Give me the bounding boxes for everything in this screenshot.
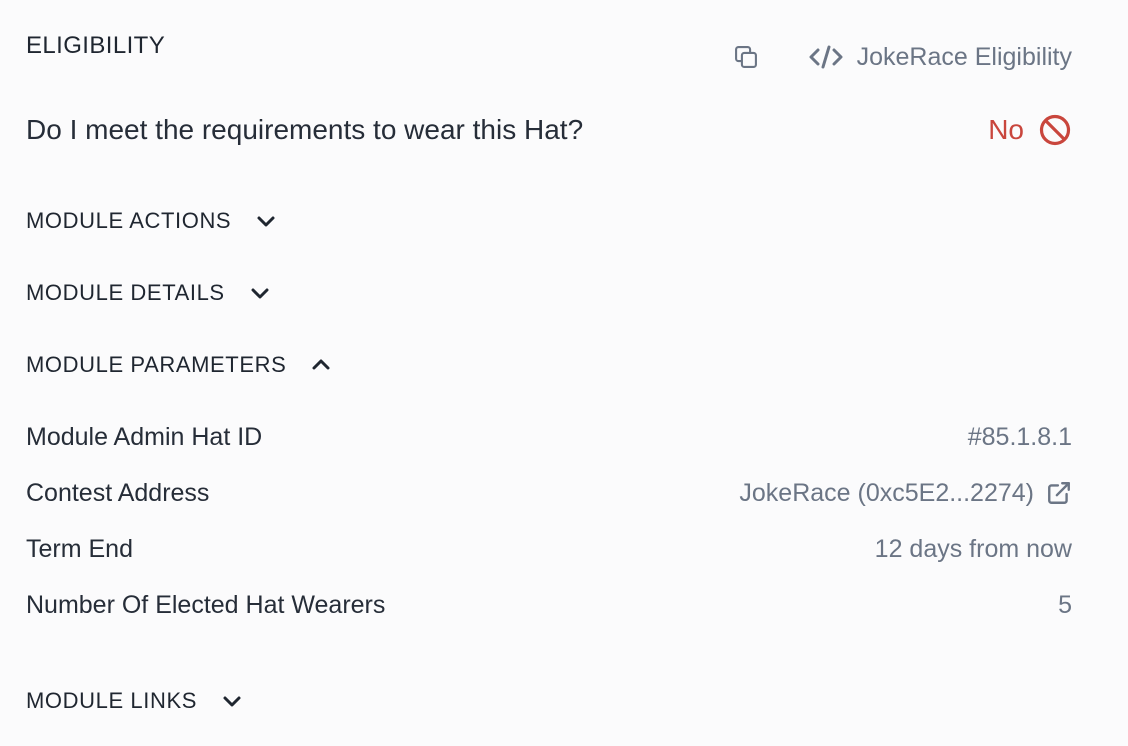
requirements-question: Do I meet the requirements to wear this … (26, 114, 584, 145)
param-value: 5 (1058, 590, 1072, 619)
code-icon (809, 45, 843, 69)
copy-icon (734, 46, 757, 68)
param-row-contest-address: Contest Address JokeRace (0xc5E2...2274) (26, 476, 1072, 510)
chevron-down-icon (223, 696, 241, 707)
module-links-toggle[interactable]: MODULE LINKS (26, 686, 243, 716)
module-details-label: MODULE DETAILS (26, 280, 225, 305)
module-actions-toggle[interactable]: MODULE ACTIONS (26, 206, 277, 236)
chevron-down-icon (251, 288, 269, 299)
param-row-term-end: Term End 12 days from now (26, 532, 1072, 566)
eligibility-header: ELIGIBILITY JokeRace Eligibility (26, 30, 1072, 80)
param-key: Term End (26, 534, 133, 563)
param-key: Module Admin Hat ID (26, 422, 263, 451)
module-actions-label: MODULE ACTIONS (26, 208, 232, 233)
external-link-icon (1048, 482, 1070, 504)
chevron-up-icon (312, 359, 330, 370)
prohibited-icon (1039, 114, 1071, 146)
contest-address-link[interactable]: JokeRace (0xc5E2...2274) (739, 479, 1072, 508)
param-value: JokeRace (0xc5E2...2274) (739, 478, 1034, 507)
copy-button[interactable] (731, 42, 761, 72)
param-key: Contest Address (26, 478, 210, 507)
header-actions: JokeRace Eligibility (731, 42, 1072, 72)
param-value: #85.1.8.1 (967, 422, 1072, 451)
module-parameters-label: MODULE PARAMETERS (26, 352, 287, 377)
param-value: 12 days from now (874, 534, 1072, 563)
module-links-label: MODULE LINKS (26, 688, 198, 713)
requirements-row: Do I meet the requirements to wear this … (26, 110, 1072, 150)
module-name-link[interactable]: JokeRace Eligibility (809, 43, 1072, 72)
chevron-down-icon (257, 216, 275, 227)
param-row-admin-hat-id: Module Admin Hat ID #85.1.8.1 (26, 420, 1072, 454)
eligibility-status-label: No (988, 114, 1024, 145)
eligibility-panel: ELIGIBILITY JokeRace Eligibility Do I me… (0, 0, 1128, 746)
eligibility-status: No (988, 113, 1072, 147)
module-parameters-toggle[interactable]: MODULE PARAMETERS (26, 350, 332, 380)
module-name-label: JokeRace Eligibility (856, 42, 1072, 71)
section-title: ELIGIBILITY (26, 32, 166, 59)
param-key: Number Of Elected Hat Wearers (26, 590, 386, 619)
module-details-toggle[interactable]: MODULE DETAILS (26, 278, 271, 308)
param-row-elected-wearers: Number Of Elected Hat Wearers 5 (26, 588, 1072, 622)
